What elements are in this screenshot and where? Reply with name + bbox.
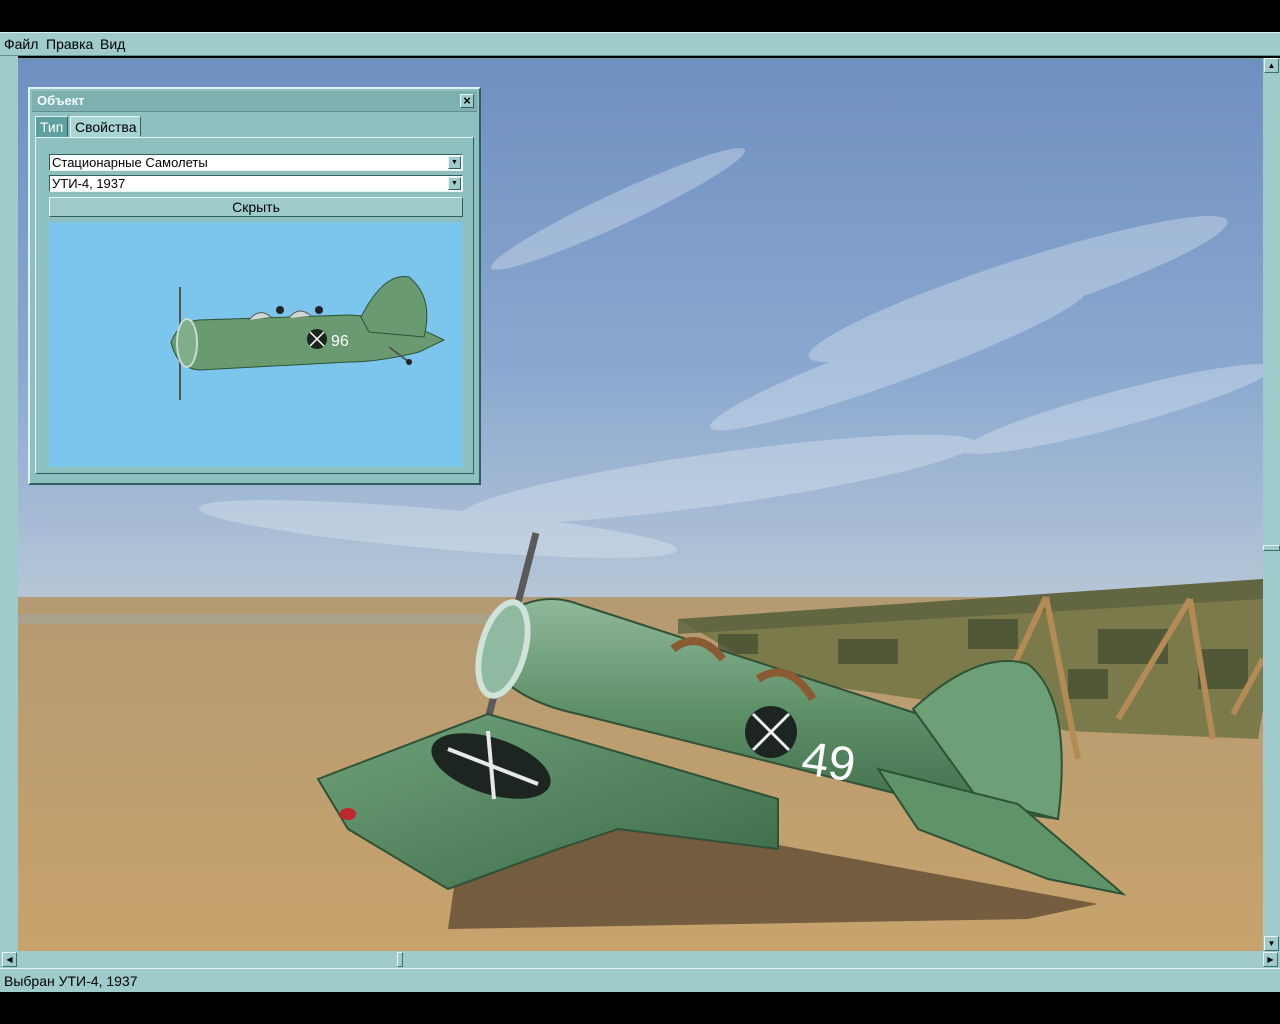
object-select-value: УТИ-4, 1937 [52, 176, 126, 191]
tab-type[interactable]: Тип [35, 116, 69, 137]
horizontal-scroll-thumb[interactable] [397, 952, 403, 967]
object-select[interactable]: УТИ-4, 1937 ▼ [49, 175, 463, 192]
scroll-up-button[interactable]: ▲ [1264, 58, 1279, 73]
category-select-value: Стационарные Самолеты [52, 155, 208, 170]
menu-view[interactable]: Вид [100, 36, 125, 52]
scroll-down-button[interactable]: ▼ [1264, 936, 1279, 951]
arrow-up-icon: ▲ [1267, 61, 1276, 70]
scroll-left-button[interactable]: ◀ [2, 952, 17, 967]
tab-panel: Стационарные Самолеты ▼ УТИ-4, 1937 ▼ Ск… [35, 137, 474, 474]
preview-aircraft: 96 [170, 276, 446, 400]
chevron-down-icon: ▼ [451, 180, 458, 187]
object-preview: 96 [49, 222, 463, 467]
dialog-title: Объект [37, 93, 85, 108]
category-select[interactable]: Стационарные Самолеты ▼ [49, 154, 463, 171]
menu-bar: Файл Правка Вид [0, 32, 1280, 56]
close-button[interactable]: × [460, 94, 474, 108]
menu-file[interactable]: Файл [4, 36, 38, 52]
hide-button[interactable]: Скрыть [49, 197, 463, 217]
menu-edit[interactable]: Правка [46, 36, 93, 52]
close-icon: × [463, 93, 471, 108]
tab-properties[interactable]: Свойства [70, 116, 142, 137]
status-text: Выбран УТИ-4, 1937 [4, 973, 138, 989]
dialog-titlebar[interactable]: Объект × [32, 91, 477, 112]
horizontal-scrollbar[interactable]: ◀ ▶ [0, 951, 1280, 968]
left-frame [0, 56, 18, 971]
aircraft-number: 49 [798, 732, 858, 792]
vertical-scrollbar[interactable]: ▲ ▼ [1263, 58, 1280, 951]
vertical-scroll-thumb[interactable] [1263, 545, 1280, 551]
object-dropdown-button[interactable]: ▼ [448, 177, 461, 190]
object-dialog: Объект × Тип Свойства Стационарные Самол… [28, 87, 481, 485]
scroll-right-button[interactable]: ▶ [1263, 952, 1278, 967]
arrow-left-icon: ◀ [6, 955, 13, 964]
arrow-right-icon: ▶ [1267, 955, 1274, 964]
category-dropdown-button[interactable]: ▼ [448, 156, 461, 169]
preview-tail-number: 96 [331, 333, 349, 350]
arrow-down-icon: ▼ [1267, 939, 1276, 948]
status-bar: Выбран УТИ-4, 1937 [0, 968, 1280, 992]
chevron-down-icon: ▼ [451, 159, 458, 166]
